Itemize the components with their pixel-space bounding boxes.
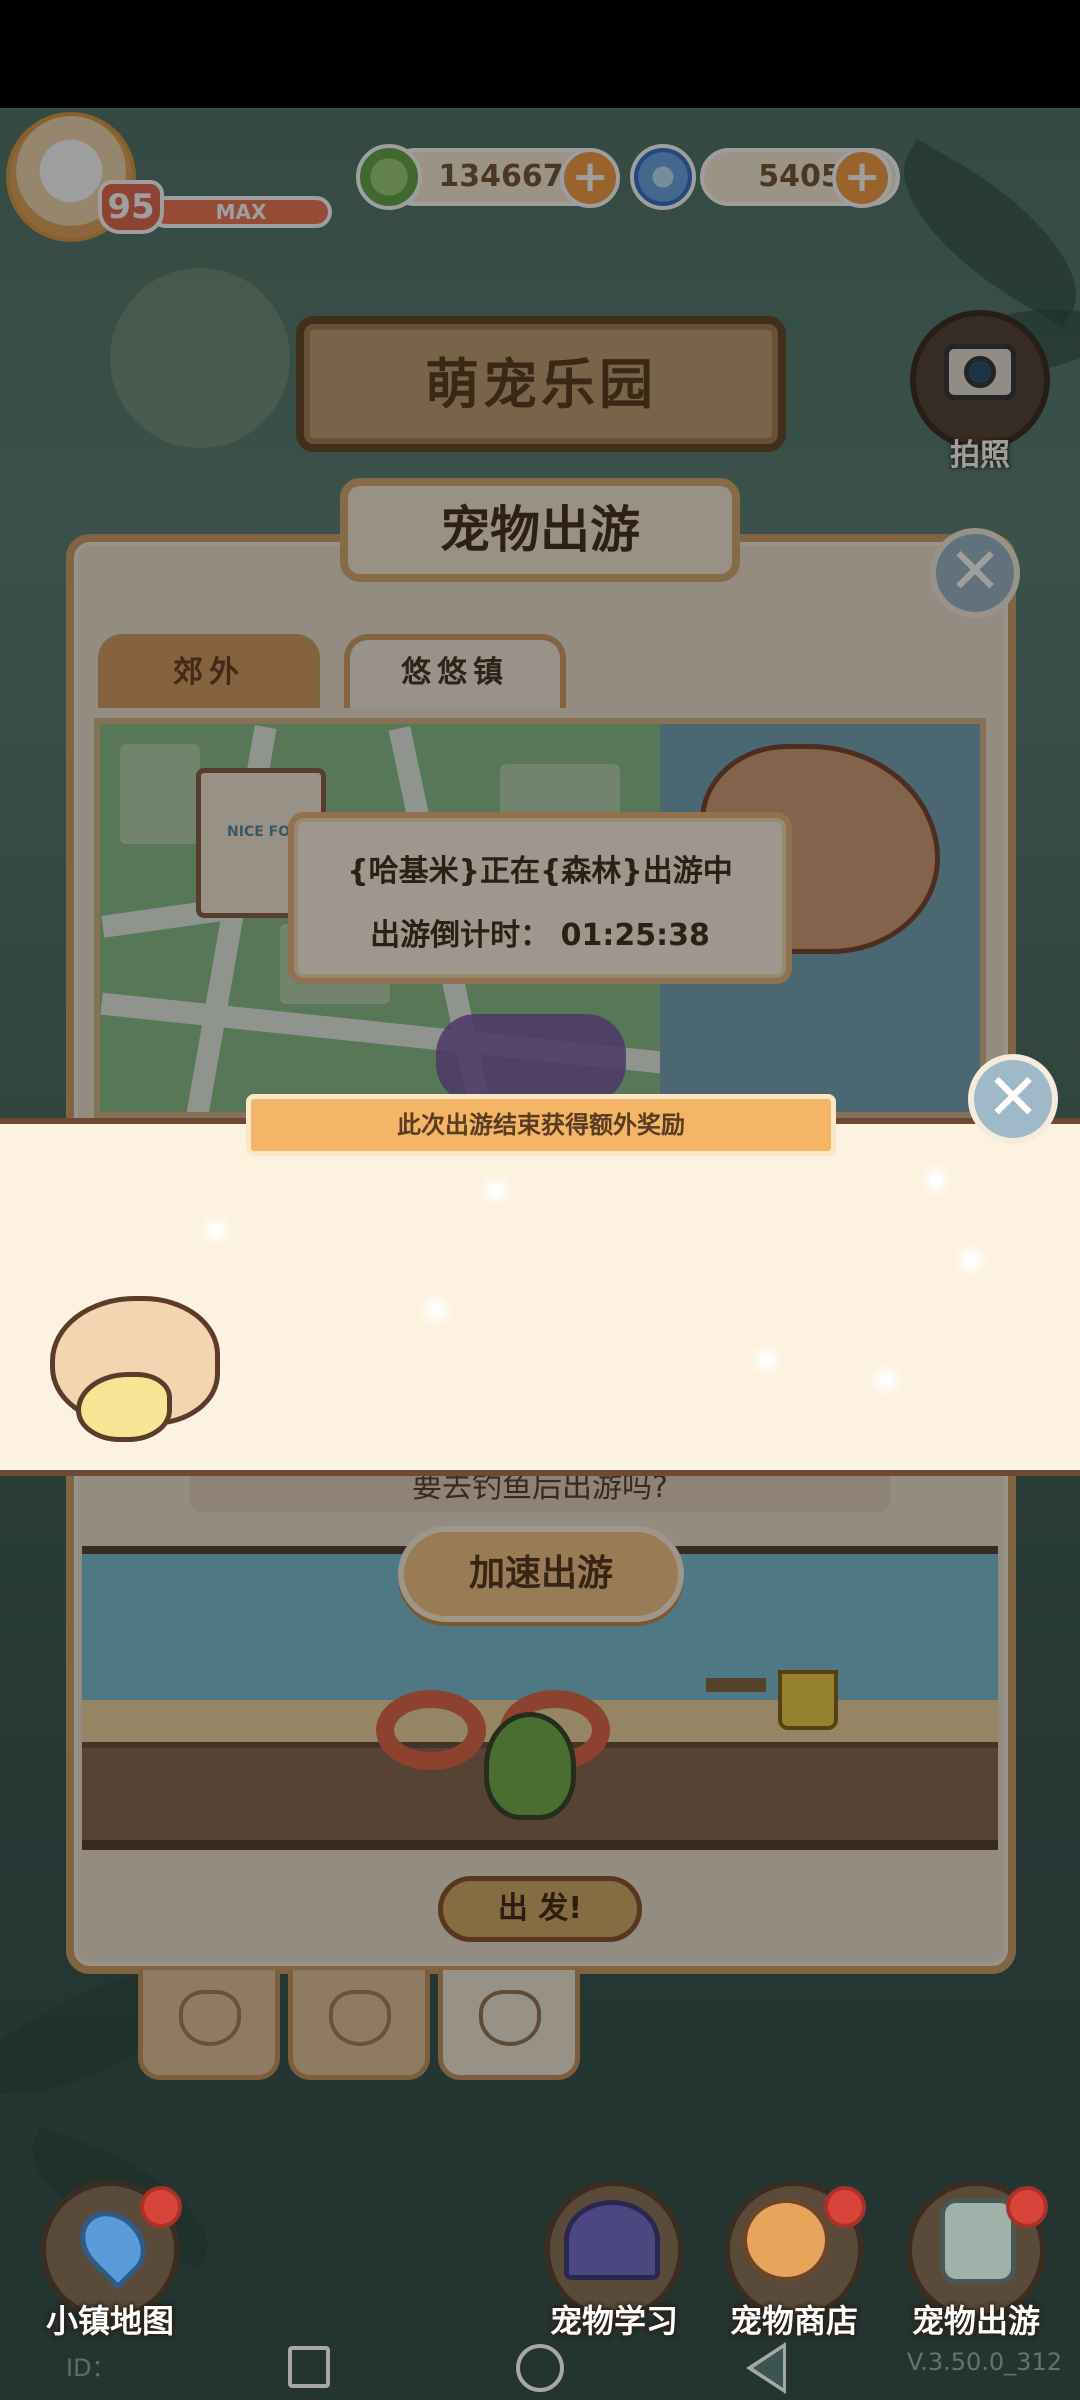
dock-town-map-label: 小镇地图 [45, 2302, 174, 2340]
version-text: V.3.50.0_312 [906, 2348, 1062, 2376]
shiba-icon [742, 2198, 830, 2282]
dock-pet-study-label: 宠物学习 [549, 2302, 678, 2340]
wizard-hat-icon [564, 2200, 660, 2280]
status-bar [0, 0, 1080, 108]
notification-badge [824, 2186, 866, 2228]
notification-badge [1006, 2186, 1048, 2228]
notification-badge [140, 2186, 182, 2228]
close-reward-button[interactable]: ✕ [968, 1054, 1058, 1144]
player-id-text: ID： [66, 2354, 116, 2382]
bird-pet-icon [76, 1372, 172, 1442]
dock-pet-travel-label: 宠物出游 [911, 2302, 1040, 2340]
dock-pet-shop-label: 宠物商店 [729, 2302, 858, 2340]
recent-apps-icon[interactable] [288, 2346, 330, 2388]
close-icon: ✕ [986, 1061, 1040, 1135]
travel-bag-icon [940, 2198, 1016, 2284]
home-icon[interactable] [516, 2344, 564, 2392]
back-icon-inner [753, 2348, 783, 2388]
reward-banner-header: 此次出游结束获得额外奖励 [246, 1094, 836, 1156]
